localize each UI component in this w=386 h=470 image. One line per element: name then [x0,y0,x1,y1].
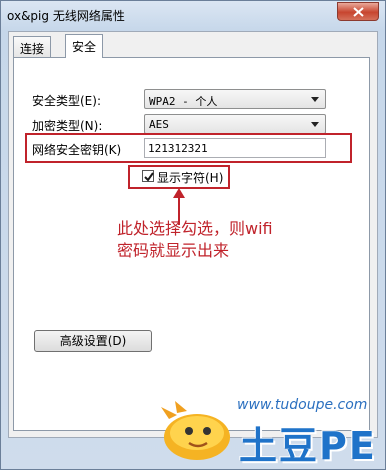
show-characters-checkbox[interactable] [142,170,154,182]
watermark-url: www.tudoupe.com [237,397,368,413]
security-panel: 安全类型(E): WPA2 - 个人 加密类型(N): AES 网络安全密钥(K… [13,57,370,431]
encryption-type-value: AES [149,118,169,131]
annotation-line-2: 密码就显示出来 [117,241,230,260]
advanced-settings-button[interactable]: 高级设置(D) [34,330,152,352]
potato-mascot-icon [161,401,230,460]
tab-security[interactable]: 安全 [65,34,104,58]
show-characters-label: 显示字符(H) [157,171,224,185]
network-key-label: 网络安全密钥(K) [32,143,122,157]
dialog-body: 连接 安全 安全类型(E): WPA2 - 个人 加密类型(N): AES 网络… [8,31,378,438]
window-title: ox&pig 无线网络属性 [7,9,125,23]
watermark-logo: www.tudoupe.com 土豆PE [151,395,383,468]
close-button[interactable] [337,2,379,21]
security-type-select[interactable]: WPA2 - 个人 [144,89,326,109]
watermark-name: 土豆PE [239,424,377,468]
annotation-text: 此处选择勾选，则wifi 密码就显示出来 [117,218,273,262]
title-bar: ox&pig 无线网络属性 [1,1,385,29]
security-type-label: 安全类型(E): [32,94,101,108]
encryption-type-select[interactable]: AES [144,114,326,134]
checkmark-icon [144,172,154,182]
close-icon [353,7,364,17]
network-key-input[interactable]: 121312321 [144,138,326,158]
chevron-down-icon [311,122,319,127]
chevron-down-icon [311,97,319,102]
wireless-properties-window: ox&pig 无线网络属性 连接 安全 安全类型(E): WPA2 - 个人 加… [0,0,386,470]
tab-connection[interactable]: 连接 [13,36,52,57]
security-type-value: WPA2 - 个人 [149,95,218,108]
annotation-line-1: 此处选择勾选，则wifi [117,219,273,238]
network-key-value: 121312321 [148,142,208,155]
encryption-type-label: 加密类型(N): [32,119,103,133]
